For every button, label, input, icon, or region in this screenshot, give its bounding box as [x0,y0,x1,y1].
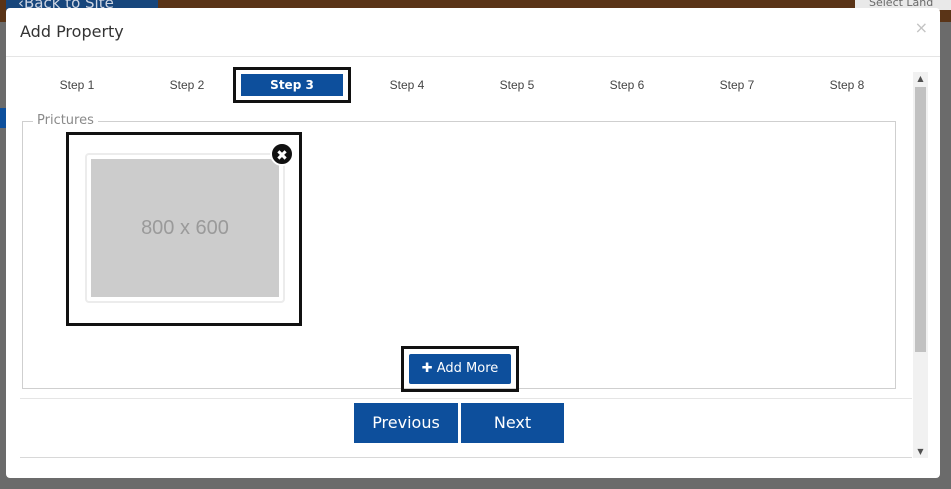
scroll-thumb[interactable] [915,87,926,352]
image-placeholder: 800 x 600 [91,159,279,297]
tab-step-3-highlight: Step 3 [233,67,351,103]
divider [20,398,912,399]
close-icon[interactable]: × [915,18,928,37]
tab-step-1[interactable]: Step 1 [22,67,132,103]
add-more-highlight: ✚ Add More [401,346,519,392]
remove-picture-icon[interactable]: ✖ [270,142,294,166]
scroll-down-arrow-icon[interactable]: ▼ [913,445,928,458]
next-button[interactable]: Next [461,403,564,443]
tab-step-5[interactable]: Step 5 [462,67,572,103]
scroll-up-arrow-icon[interactable]: ▲ [913,72,928,85]
divider-bottom [20,457,912,458]
modal-title: Add Property [20,22,124,41]
tab-step-7[interactable]: Step 7 [682,67,792,103]
tab-step-2[interactable]: Step 2 [132,67,242,103]
step-nav: Step 1 Step 2 Step 3 Step 4 Step 5 Step … [22,67,902,103]
add-property-modal: Add Property × Step 1 Step 2 Step 3 Step… [6,8,940,478]
picture-item-highlight: 800 x 600 ✖ [66,132,302,326]
scrollbar[interactable]: ▲ ▼ [913,72,928,458]
add-more-button[interactable]: ✚ Add More [409,354,511,384]
modal-header: Add Property × [6,8,940,57]
tab-step-6[interactable]: Step 6 [572,67,682,103]
previous-button[interactable]: Previous [354,403,458,443]
modal-body: Step 1 Step 2 Step 3 Step 4 Step 5 Step … [6,57,940,478]
tab-step-4[interactable]: Step 4 [352,67,462,103]
tab-step-3[interactable]: Step 3 [241,74,343,96]
picture-thumbnail[interactable]: 800 x 600 [85,153,285,303]
pictures-legend: Prictures [33,113,98,128]
tab-step-8[interactable]: Step 8 [792,67,902,103]
